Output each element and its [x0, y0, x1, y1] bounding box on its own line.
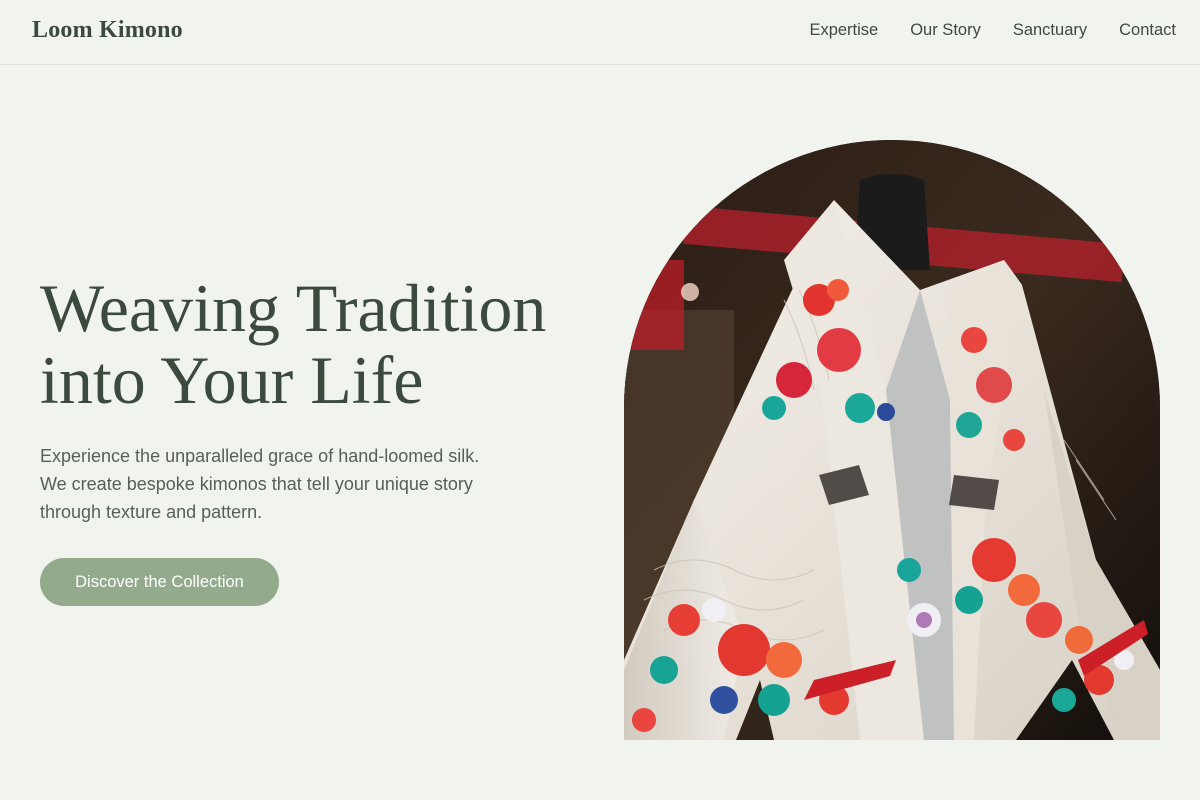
discover-collection-button[interactable]: Discover the Collection — [40, 558, 279, 606]
hero-description: Experience the unparalleled grace of han… — [40, 446, 480, 522]
brand-logo[interactable]: Loom Kimono — [32, 17, 183, 44]
main-nav: Expertise Our Story Sanctuary Contact — [809, 21, 1176, 40]
nav-link-sanctuary[interactable]: Sanctuary — [1013, 21, 1087, 40]
nav-link-our-story[interactable]: Our Story — [910, 21, 981, 40]
nav-link-contact[interactable]: Contact — [1119, 21, 1176, 40]
hero-title-line-2: into Your Life — [40, 342, 424, 418]
nav-link-expertise[interactable]: Expertise — [809, 21, 878, 40]
site-header: Loom Kimono Expertise Our Story Sanctuar… — [0, 0, 1200, 65]
kimono-hero-image — [624, 140, 1160, 740]
hero-title: Weaving Tradition into Your Life — [40, 272, 600, 416]
hero-title-line-1: Weaving Tradition — [40, 270, 547, 346]
kimono-illustration — [624, 140, 1160, 740]
